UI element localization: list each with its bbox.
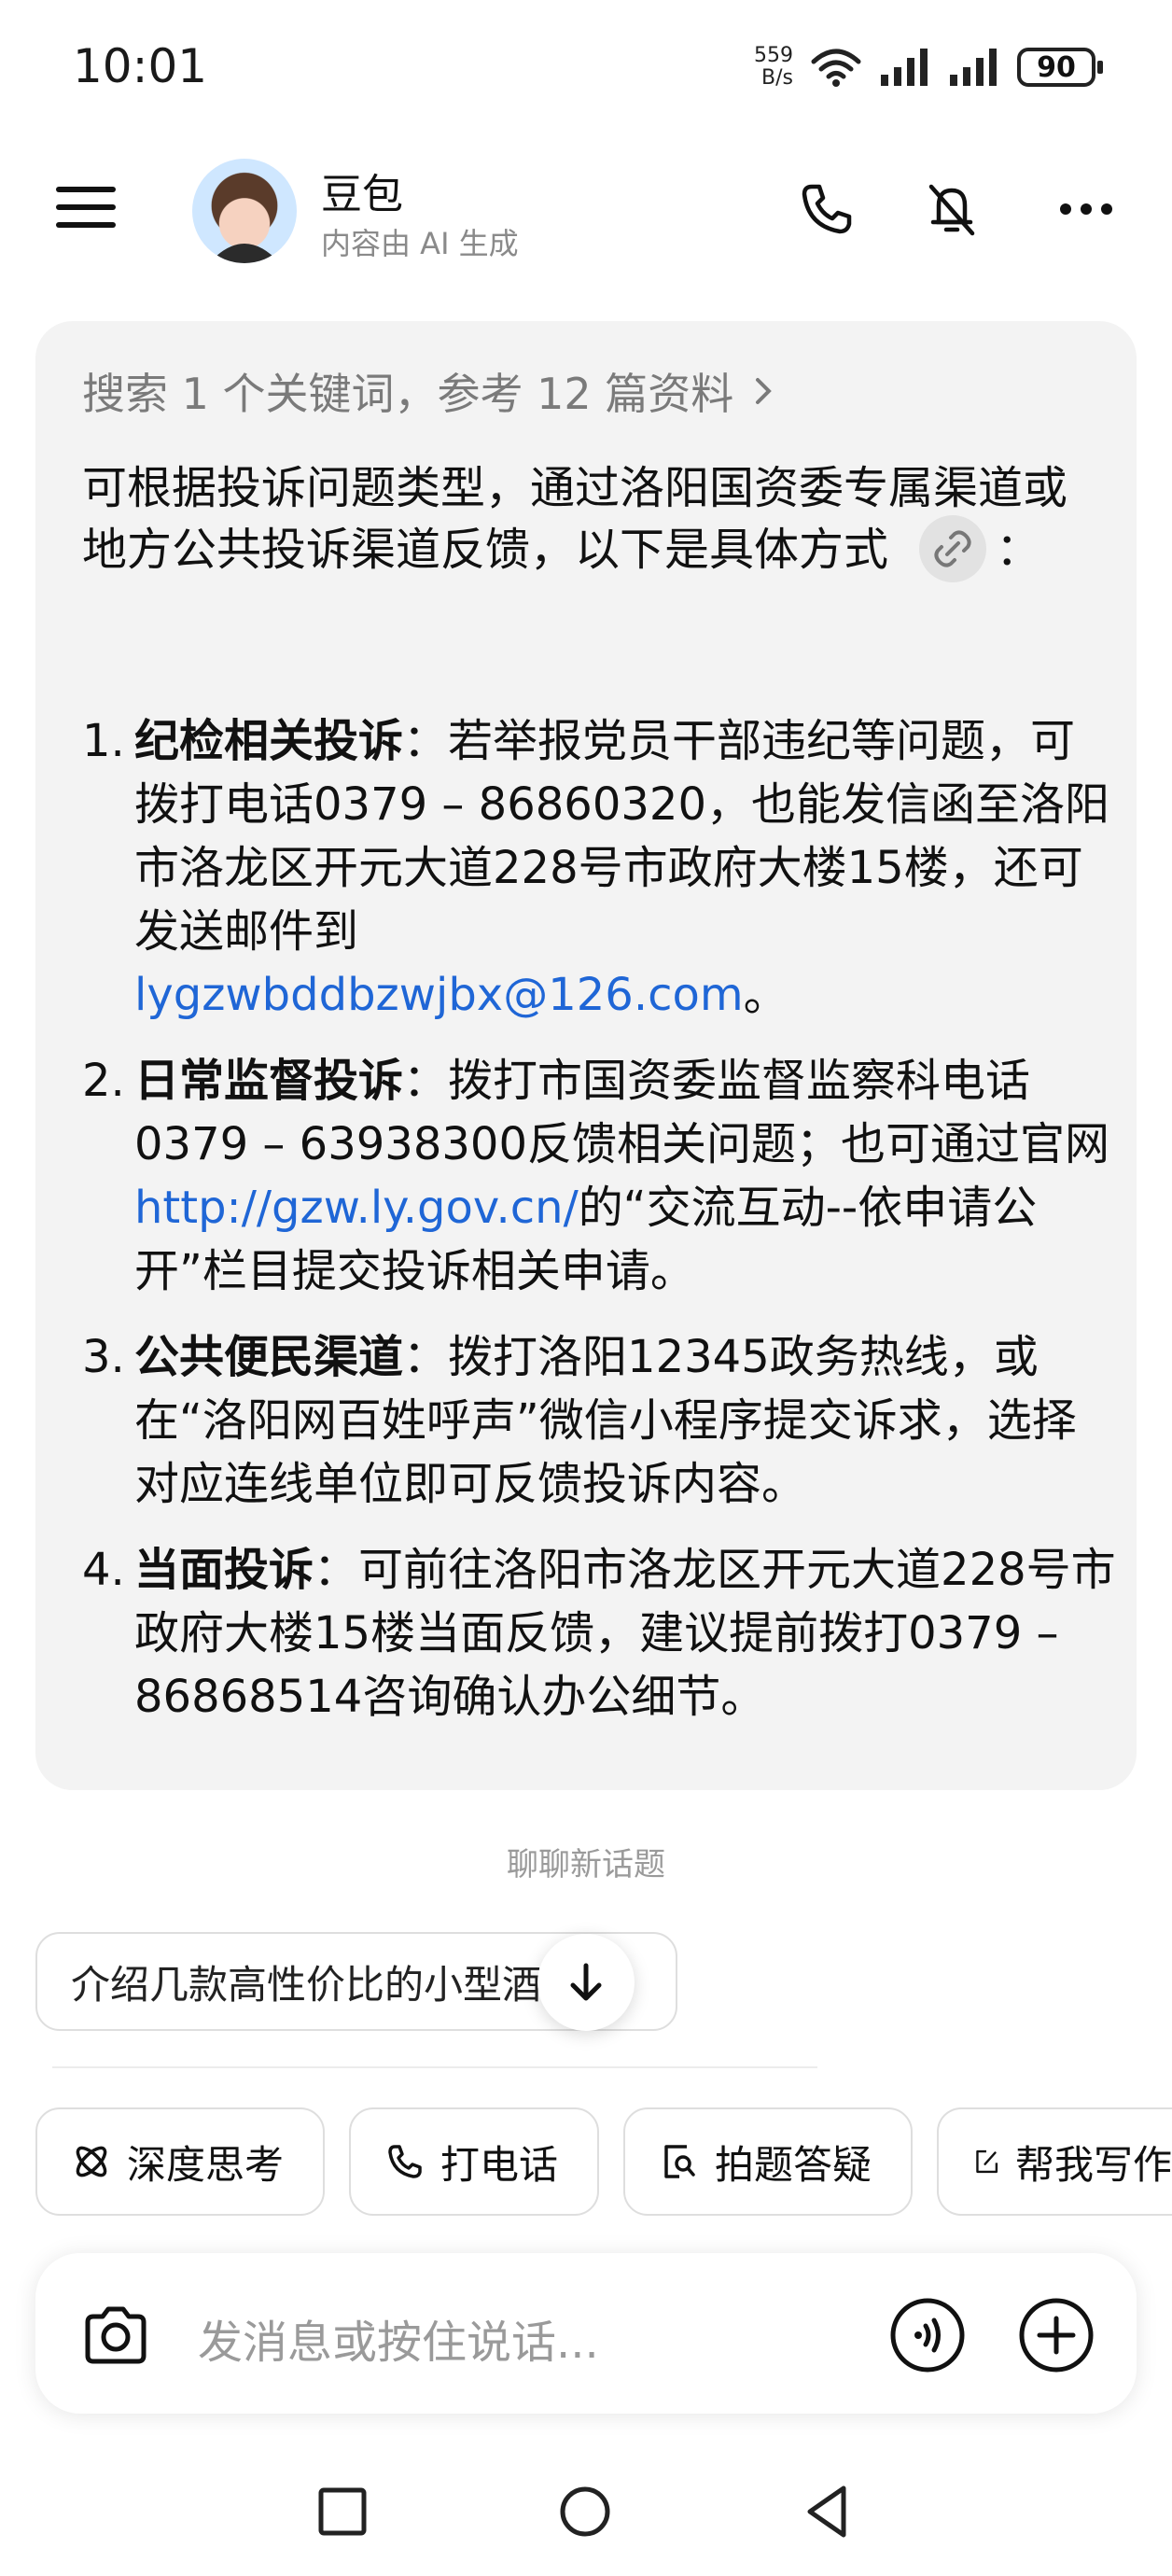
search-reference[interactable]: 搜索 1 个关键词，参考 12 篇资料 [82,360,776,422]
email-link[interactable]: lygzwbddbzwjbx@126.com [134,969,744,1021]
bot-name[interactable]: 豆包 [321,161,403,220]
message-input[interactable]: 发消息或按住说话... [198,2305,599,2371]
list-item: 3. 公共便民渠道：拨打洛阳12345政务热线，或在“洛阳网百姓呼声”微信小程序… [82,1331,1077,1510]
wifi-icon [811,49,861,87]
help-write-button[interactable]: 帮我写作 [937,2107,1172,2216]
signal-icon [950,49,997,86]
battery-icon: 90 [1017,48,1103,87]
phone-icon [388,2145,422,2178]
answer-list: 1. 纪检相关投诉：若举报党员干部违纪等问题，可拨打电话0379 – 86860… [82,709,1118,1751]
divider [52,2066,817,2068]
net-speed: 559 B/s [754,44,793,90]
mute-icon[interactable] [920,177,984,241]
bot-subtitle: 内容由 AI 生成 [321,226,519,261]
menu-icon[interactable] [56,187,116,228]
list-item: 4. 当面投诉：可前往洛阳市洛龙区开元大道228号市政府大楼15楼当面反馈，建议… [82,1544,1116,1723]
chevron-right-icon [756,378,773,404]
more-icon[interactable] [1054,177,1118,241]
deep-think-button[interactable]: 深度思考 [35,2107,325,2216]
status-icons: 559 B/s 90 [754,39,1103,95]
website-link[interactable]: http://gzw.ly.gov.cn/ [134,1182,579,1234]
doc-search-icon [664,2145,695,2178]
home-button[interactable] [552,2479,618,2544]
signal-icon [881,49,928,86]
answer-intro: 可根据投诉问题类型，通过洛阳国资委专属渠道或地方公共投诉渠道反馈，以下是具体方式… [82,457,1109,586]
atom-icon [76,2146,107,2177]
status-time: 10:01 [73,39,208,93]
arrow-down-icon [570,1963,602,2001]
list-item: 1. 纪检相关投诉：若举报党员干部违纪等问题，可拨打电话0379 – 86860… [82,715,1109,1021]
avatar[interactable] [192,159,297,263]
camera-icon[interactable] [78,2298,153,2373]
plus-icon[interactable] [1017,2296,1095,2374]
photo-question-button[interactable]: 拍题答疑 [623,2107,913,2216]
edit-icon [976,2149,998,2174]
scroll-down-button[interactable] [537,1934,635,2031]
recents-button[interactable] [310,2479,375,2544]
voice-icon[interactable] [888,2296,967,2374]
citation-link-icon[interactable] [919,515,987,582]
phone-icon[interactable] [795,177,858,241]
back-button[interactable] [795,2479,860,2544]
list-item: 2. 日常监督投诉：拨打市国资委监督监察科电话0379 – 63938300反馈… [82,1055,1109,1297]
new-topic-label: 聊聊新话题 [507,1846,665,1883]
call-button[interactable]: 打电话 [349,2107,599,2216]
